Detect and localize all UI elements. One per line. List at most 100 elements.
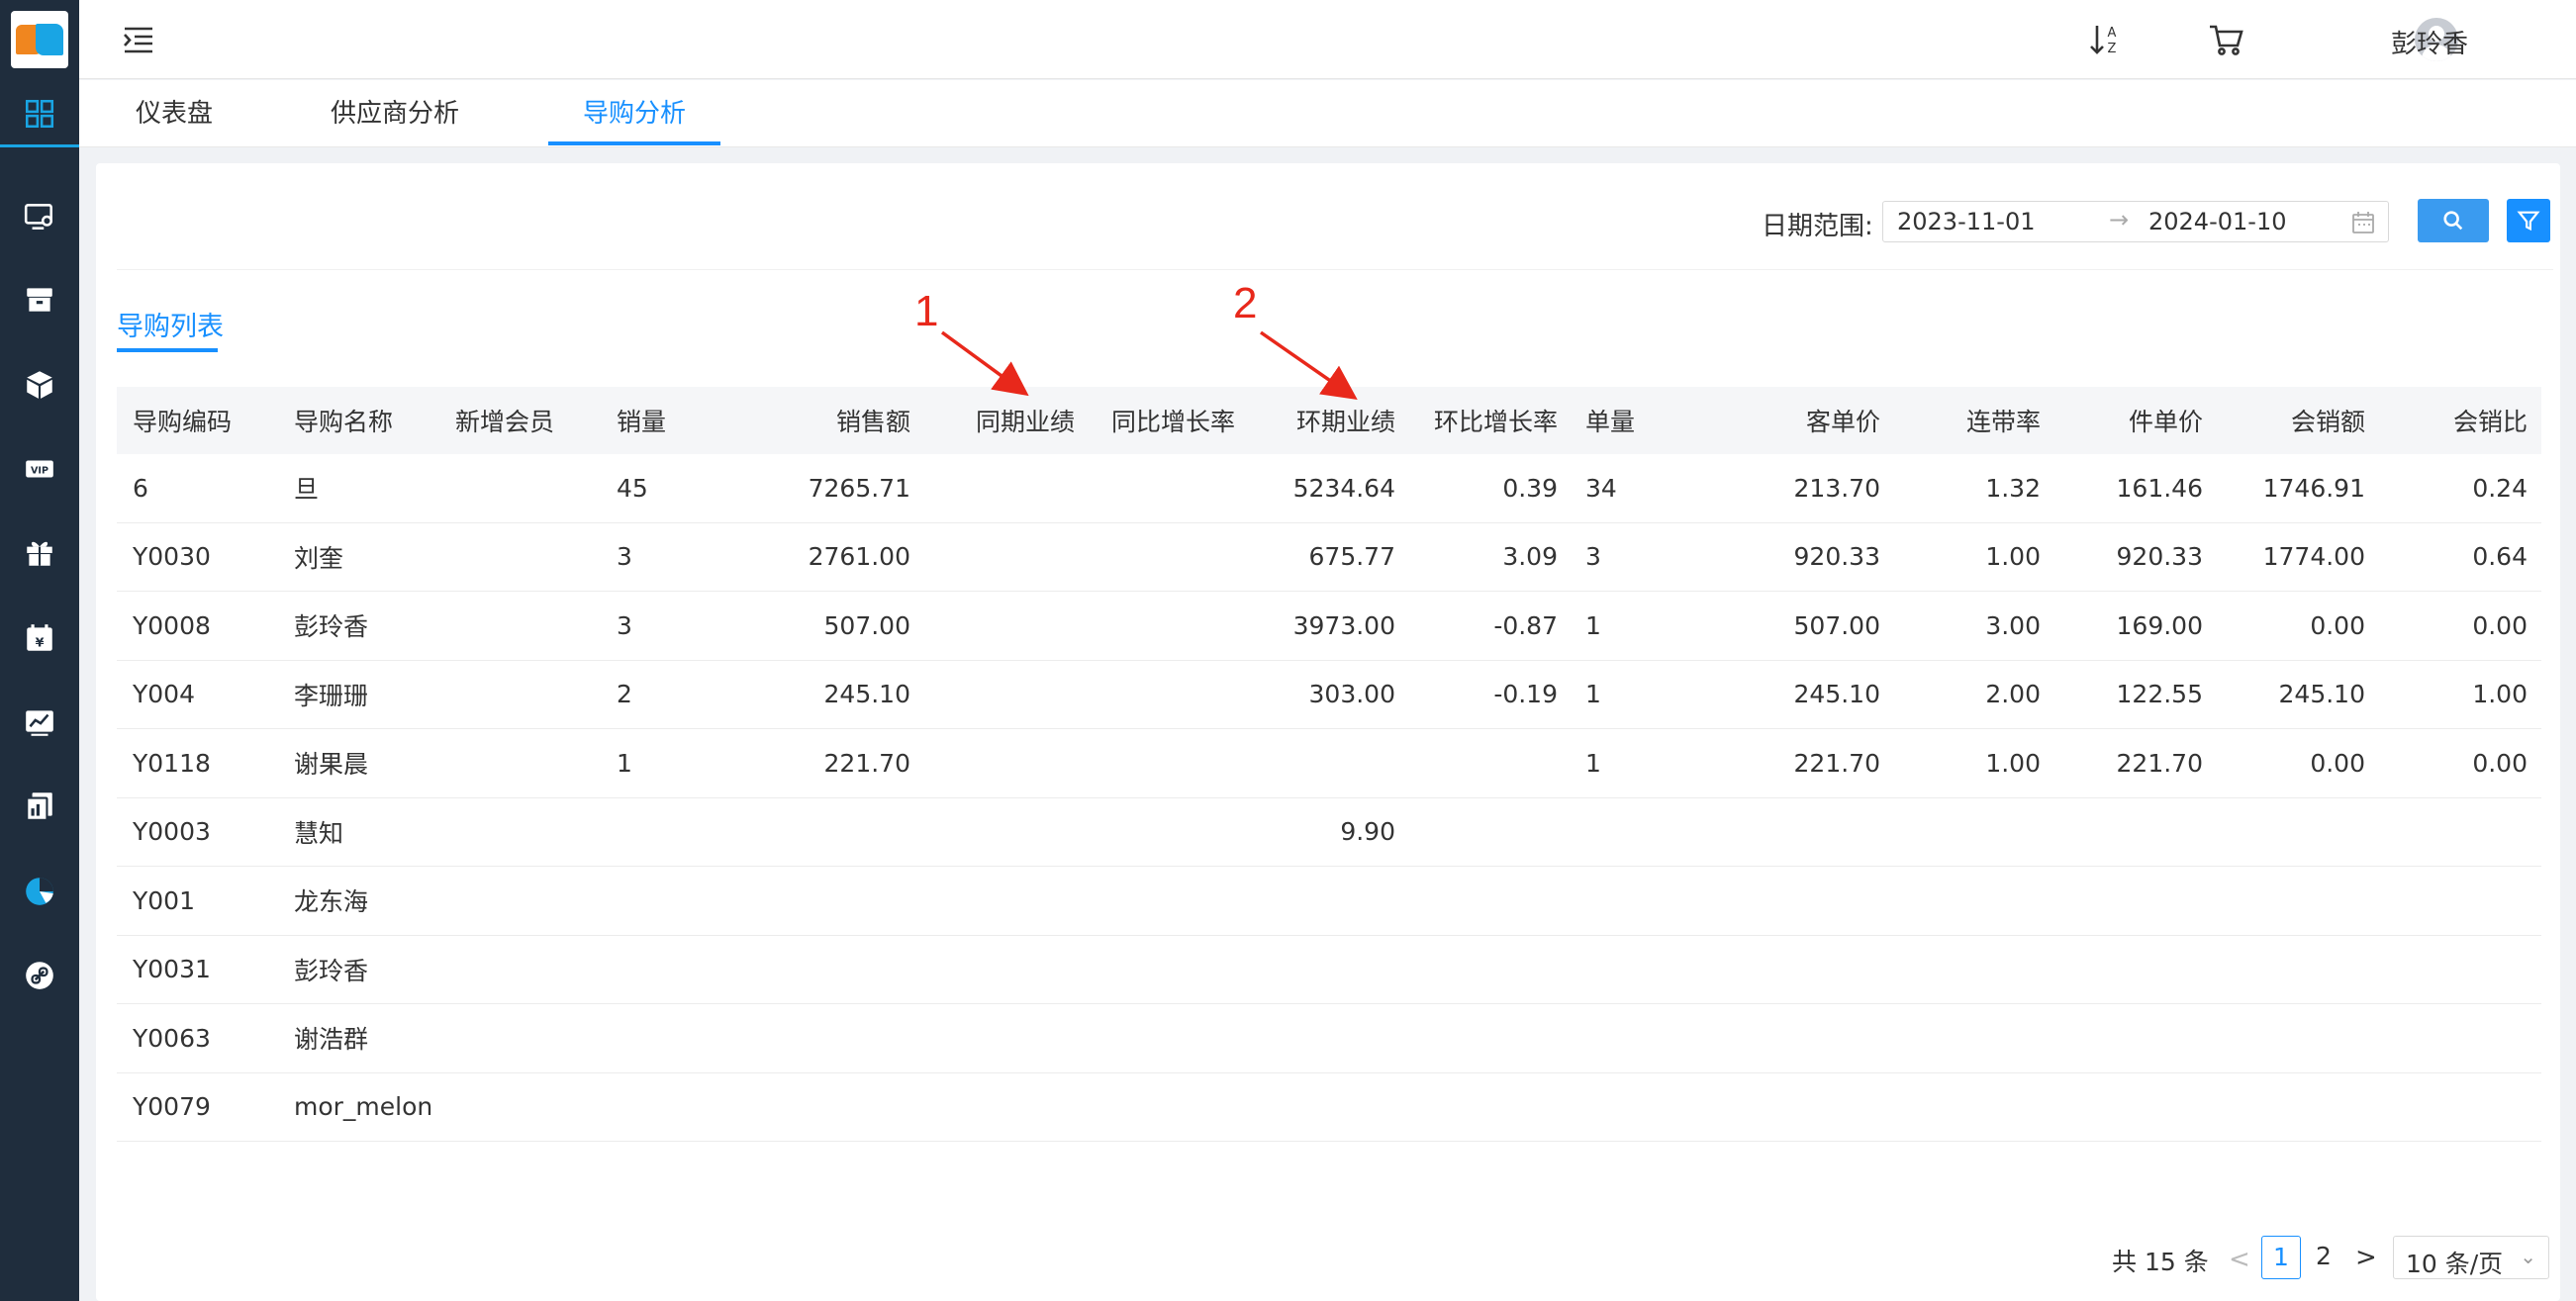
report-stack-icon[interactable] (22, 789, 57, 824)
table-row[interactable]: Y0031 彭玲香 (117, 936, 2541, 1004)
tab-guide-list[interactable]: 导购列表 (117, 305, 224, 343)
table-row[interactable]: Y0030 刘奎 3 2761.00 675.77 3.09 3 920.33 1.00 920.… (117, 523, 2541, 592)
table-cell (1237, 867, 1395, 935)
table-cell: mor_melon (294, 1092, 433, 1122)
pagination-total: 共 15 条 (2112, 1248, 2209, 1276)
table-cell (455, 867, 604, 935)
pagination-next-icon[interactable]: > (2355, 1243, 2377, 1272)
page-size-select[interactable]: 10 条/页 ⌄ (2393, 1236, 2549, 1279)
table-cell: 245.10 (2278, 680, 2365, 709)
date-end-input[interactable]: 2024-01-10 (2148, 208, 2286, 235)
page-tabs: 仪表盘 供应商分析 导购分析 (79, 80, 2576, 147)
table-cell: 7265.71 (808, 473, 910, 503)
tab-guide-analysis[interactable]: 导购分析 (548, 80, 720, 147)
sidebar-active-indicator (0, 144, 79, 147)
search-button[interactable] (2418, 199, 2489, 242)
table-cell: 920.33 (1793, 542, 1880, 572)
table-row[interactable]: 6 旦 45 7265.71 5234.64 0.39 34 213.70 1.32 161.46… (117, 454, 2541, 523)
date-range-picker[interactable]: 2023-11-01 → 2024-01-10 (1882, 201, 2389, 242)
table-cell: 3.00 (1985, 610, 2041, 640)
table-cell: 507.00 (1793, 610, 1880, 640)
table-cell (2043, 867, 2203, 935)
tab-supplier-analysis[interactable]: 供应商分析 (317, 80, 473, 147)
trend-chart-icon[interactable] (22, 704, 57, 740)
table-cell (2205, 867, 2365, 935)
table-cell (914, 936, 1075, 1004)
table-cell: 1 (1585, 748, 1601, 778)
table-cell: 2761.00 (808, 542, 910, 572)
monitor-settings-icon[interactable] (22, 199, 57, 234)
table-cell: 1 (617, 748, 632, 778)
table-cell (1077, 523, 1235, 592)
table-cell: 0.00 (2310, 610, 2365, 640)
table-cell (455, 592, 604, 660)
app-logo[interactable] (11, 11, 68, 68)
filter-divider (117, 269, 2553, 270)
table-cell: 李珊珊 (294, 681, 369, 710)
vip-icon[interactable]: VIP (22, 451, 57, 487)
column-header: 会销额 (2290, 408, 2365, 436)
table-cell: 3.09 (1502, 542, 1558, 572)
table-cell (1077, 867, 1235, 935)
tab-dashboard[interactable]: 仪表盘 (117, 80, 232, 147)
pagination-page-2[interactable]: 2 (2304, 1236, 2343, 1279)
table-cell (1720, 867, 1880, 935)
table-cell (617, 1073, 765, 1142)
calendar-yen-icon[interactable]: ¥ (22, 620, 57, 656)
table-cell (1720, 1004, 1880, 1072)
archive-box-icon[interactable] (22, 282, 57, 318)
table-cell (1077, 454, 1235, 522)
table-cell (455, 661, 604, 729)
table-cell: 0.00 (2472, 748, 2528, 778)
table-cell (1077, 729, 1235, 797)
table-cell (914, 867, 1075, 935)
table-cell: Y0063 (133, 1023, 211, 1053)
svg-text:VIP: VIP (31, 465, 48, 476)
table-cell: 221.70 (1793, 748, 1880, 778)
table-row[interactable]: Y0118 谢果晨 1 221.70 1 221.70 1.00 221.70 0.00 0.00 (117, 729, 2541, 798)
table-cell: 0.00 (2472, 610, 2528, 640)
cube-icon[interactable] (22, 367, 57, 403)
username[interactable]: 彭玲香 (2391, 24, 2468, 60)
date-start-input[interactable]: 2023-11-01 (1897, 208, 2035, 235)
link-icon[interactable] (22, 958, 57, 993)
table-cell (1399, 1073, 1558, 1142)
table-cell: 3 (1585, 542, 1601, 572)
column-header: 环期业绩 (1295, 408, 1395, 436)
table-row[interactable]: Y004 李珊珊 2 245.10 303.00 -0.19 1 245.10 2.00 122.… (117, 661, 2541, 729)
gift-icon[interactable] (22, 535, 57, 571)
filter-button[interactable] (2507, 199, 2550, 242)
table-cell (2043, 1004, 2203, 1072)
page-size-value: 10 条/页 (2406, 1250, 2504, 1278)
table-cell (617, 1004, 765, 1072)
table-cell: Y0079 (133, 1092, 211, 1122)
menu-toggle-icon[interactable] (121, 22, 156, 57)
column-header: 销量 (617, 408, 667, 436)
table-body: 6 旦 45 7265.71 5234.64 0.39 34 213.70 1.32 161.46… (117, 454, 2541, 1142)
pagination-prev-icon[interactable]: < (2229, 1245, 2250, 1274)
table-row[interactable]: Y0079 mor_melon (117, 1073, 2541, 1142)
table-cell: 谢果晨 (294, 750, 369, 780)
table-cell: 34 (1585, 473, 1617, 503)
table-cell: Y0003 (133, 817, 211, 847)
table-row[interactable]: Y001 龙东海 (117, 867, 2541, 936)
table-cell (1077, 1073, 1235, 1142)
pie-chart-icon[interactable] (22, 874, 57, 909)
table-cell: 1774.00 (2262, 542, 2365, 572)
cart-icon[interactable] (2207, 20, 2246, 59)
table-row[interactable]: Y0063 谢浩群 (117, 1004, 2541, 1073)
dashboard-icon[interactable] (22, 96, 57, 132)
pagination-page-1[interactable]: 1 (2261, 1236, 2301, 1279)
column-header: 连带率 (1965, 408, 2041, 436)
table-cell: 3 (617, 610, 632, 640)
table-cell (1720, 936, 1880, 1004)
table-row[interactable]: Y0008 彭玲香 3 507.00 3973.00 -0.87 1 507.00 3.00 16… (117, 592, 2541, 661)
table-cell (1399, 1004, 1558, 1072)
table-row[interactable]: Y0003 慧知 9.90 (117, 798, 2541, 867)
table-cell (914, 523, 1075, 592)
sort-az-icon[interactable]: AZ (2085, 20, 2125, 59)
column-header: 导购名称 (294, 408, 394, 436)
table-cell: 1.00 (1985, 542, 2041, 572)
table-cell (2205, 936, 2365, 1004)
table-cell: Y0008 (133, 610, 211, 640)
